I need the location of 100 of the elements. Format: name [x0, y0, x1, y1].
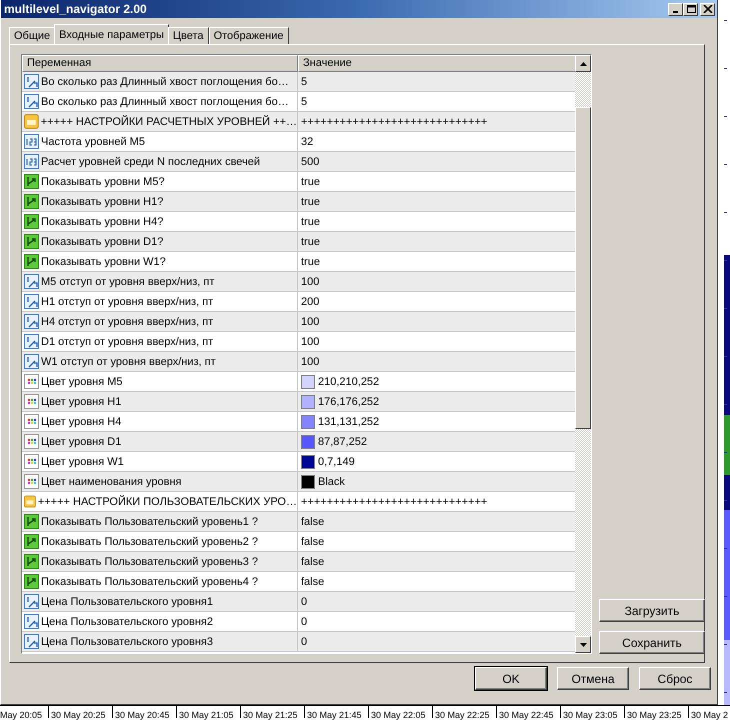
parameter-name: W1 отступ от уровня вверх/низ, пт	[41, 356, 216, 368]
number-icon	[24, 134, 39, 149]
tab[interactable]: Отображение	[208, 27, 288, 44]
toggle-arrow-icon	[24, 554, 39, 569]
table-row[interactable]: Показывать Пользовательский уровень1 ? false	[22, 512, 575, 532]
parameter-name: Цвет уровня H1	[41, 396, 122, 408]
scroll-thumb[interactable]	[575, 107, 591, 429]
parameter-name: H1 отступ от уровня вверх/низ, пт	[41, 296, 214, 308]
toggle-arrow-icon	[24, 194, 39, 209]
parameter-name: Цена Пользовательского уровня1	[41, 596, 213, 608]
parameter-value: true	[301, 196, 320, 208]
fraction-icon	[24, 94, 39, 109]
parameter-value: 87,87,252	[318, 436, 367, 448]
parameter-value: 32	[301, 136, 314, 148]
parameter-value: 5	[301, 76, 308, 88]
parameter-name: Показывать Пользовательский уровень4 ?	[41, 576, 258, 588]
time-label: 30 May 2	[688, 706, 730, 718]
parameter-name: Цвет уровня M5	[41, 376, 123, 388]
table-row[interactable]: Расчет уровней среди N последних свечей 500	[22, 152, 575, 172]
table-row[interactable]: Цвет уровня H1 176,176,252	[22, 392, 575, 412]
parameter-name: Цвет уровня H4	[41, 416, 122, 428]
time-label: 30 May 21:25	[240, 706, 304, 718]
parameter-value: true	[301, 176, 320, 188]
parameter-name: Показывать уровни W1?	[41, 256, 166, 268]
table-row[interactable]: Цвет уровня D1 87,87,252	[22, 432, 575, 452]
parameter-value: 131,131,252	[318, 416, 380, 428]
table-row[interactable]: H4 отступ от уровня вверх/низ, пт 100	[22, 312, 575, 332]
up-arrow-icon	[580, 62, 586, 66]
scroll-up-button[interactable]	[575, 55, 591, 72]
table-row[interactable]: Частота уровней M5 32	[22, 132, 575, 152]
window-title: multilevel_navigator 2.00	[4, 2, 147, 16]
table-row[interactable]: +++++ НАСТРОЙКИ ПОЛЬЗОВАТЕЛЬСКИХ УРО… +++++++++++++++++++++++++++++	[22, 492, 575, 512]
toggle-arrow-icon	[24, 174, 39, 189]
scroll-down-button[interactable]	[575, 636, 591, 653]
tab[interactable]: Входные параметры	[54, 24, 169, 44]
parameter-value: 0	[301, 616, 308, 628]
table-row[interactable]: Во сколько раз Длинный хвост поглощения бо… 5	[22, 92, 575, 112]
table-row[interactable]: Показывать уровни H4? true	[22, 212, 575, 232]
parameter-value: 500	[301, 156, 320, 168]
parameter-name: Частота уровней M5	[41, 136, 145, 148]
toggle-arrow-icon	[24, 214, 39, 229]
fraction-icon	[24, 314, 39, 329]
parameter-value: 200	[301, 296, 320, 308]
fraction-icon	[24, 334, 39, 349]
table-row[interactable]: Цена Пользовательского уровня3 0	[22, 632, 575, 652]
time-label: 30 May 23:25	[624, 706, 688, 718]
table-row[interactable]: Показывать уровни D1? true	[22, 232, 575, 252]
fraction-icon	[24, 274, 39, 289]
time-label: 30 May 22:25	[432, 706, 496, 718]
side-button[interactable]: Сохранить	[599, 631, 705, 654]
toggle-arrow-icon	[24, 254, 39, 269]
table-row[interactable]: W1 отступ от уровня вверх/низ, пт 100	[22, 352, 575, 372]
table-row[interactable]: Показывать уровни M5? true	[22, 172, 575, 192]
dialog-button[interactable]: Сброс	[639, 667, 711, 690]
column-header[interactable]: Переменная	[22, 55, 298, 72]
table-row[interactable]: Показывать Пользовательский уровень2 ? false	[22, 532, 575, 552]
text-field-icon	[24, 494, 36, 509]
fraction-icon	[24, 354, 39, 369]
fraction-icon	[24, 294, 39, 309]
parameter-value: 0	[301, 636, 308, 648]
toggle-arrow-icon	[24, 234, 39, 249]
table-row[interactable]: +++++ НАСТРОЙКИ РАСЧЕТНЫХ УРОВНЕЙ ++… +++++++++++++++++++++++++++++	[22, 112, 575, 132]
tab[interactable]: Цвета	[168, 27, 209, 44]
table-row[interactable]: Показывать уровни W1? true	[22, 252, 575, 272]
table-row[interactable]: Во сколько раз Длинный хвост поглощения бо… 5	[22, 72, 575, 92]
time-label: 30 May 23:05	[560, 706, 624, 718]
parameter-value: 210,210,252	[318, 376, 380, 388]
parameter-name: Во сколько раз Длинный хвост поглощения бо…	[41, 96, 289, 108]
parameter-name: +++++ НАСТРОЙКИ ПОЛЬЗОВАТЕЛЬСКИХ УРО…	[38, 496, 297, 508]
tab[interactable]: Общие	[9, 27, 56, 44]
side-button[interactable]: Загрузить	[599, 599, 705, 622]
toggle-arrow-icon	[24, 514, 39, 529]
dialog-button[interactable]: OK	[475, 667, 547, 690]
color-palette-icon	[24, 474, 39, 489]
dialog-button[interactable]: Отмена	[557, 667, 629, 690]
parameter-name: Показывать уровни D1?	[41, 236, 164, 248]
close-button[interactable]	[700, 2, 715, 16]
time-label: 30 May 20:45	[112, 706, 176, 718]
parameter-value: 0	[301, 596, 308, 608]
table-row[interactable]: Цвет наименования уровня Black	[22, 472, 575, 492]
minimize-button[interactable]	[668, 2, 683, 16]
table-row[interactable]: Цена Пользовательского уровня2 0	[22, 612, 575, 632]
table-row[interactable]: Показывать Пользовательский уровень3 ? false	[22, 552, 575, 572]
table-row[interactable]: M5 отступ от уровня вверх/низ, пт 100	[22, 272, 575, 292]
table-row[interactable]: Цвет уровня H4 131,131,252	[22, 412, 575, 432]
table-row[interactable]: D1 отступ от уровня вверх/низ, пт 100	[22, 332, 575, 352]
column-header[interactable]: Значение	[298, 55, 575, 72]
scrollbar[interactable]	[575, 55, 591, 653]
parameter-value: true	[301, 256, 320, 268]
maximize-button[interactable]	[683, 2, 698, 16]
color-palette-icon	[24, 374, 39, 389]
table-row[interactable]: Показывать уровни H1? true	[22, 192, 575, 212]
table-row[interactable]: Цвет уровня M5 210,210,252	[22, 372, 575, 392]
parameter-name: H4 отступ от уровня вверх/низ, пт	[41, 316, 214, 328]
table-row[interactable]: Показывать Пользовательский уровень4 ? false	[22, 572, 575, 592]
table-row[interactable]: Цена Пользовательского уровня1 0	[22, 592, 575, 612]
table-row[interactable]: H1 отступ от уровня вверх/низ, пт 200	[22, 292, 575, 312]
parameter-name: Цена Пользовательского уровня2	[41, 616, 213, 628]
parameter-value: 100	[301, 276, 320, 288]
table-row[interactable]: Цвет уровня W1 0,7,149	[22, 452, 575, 472]
